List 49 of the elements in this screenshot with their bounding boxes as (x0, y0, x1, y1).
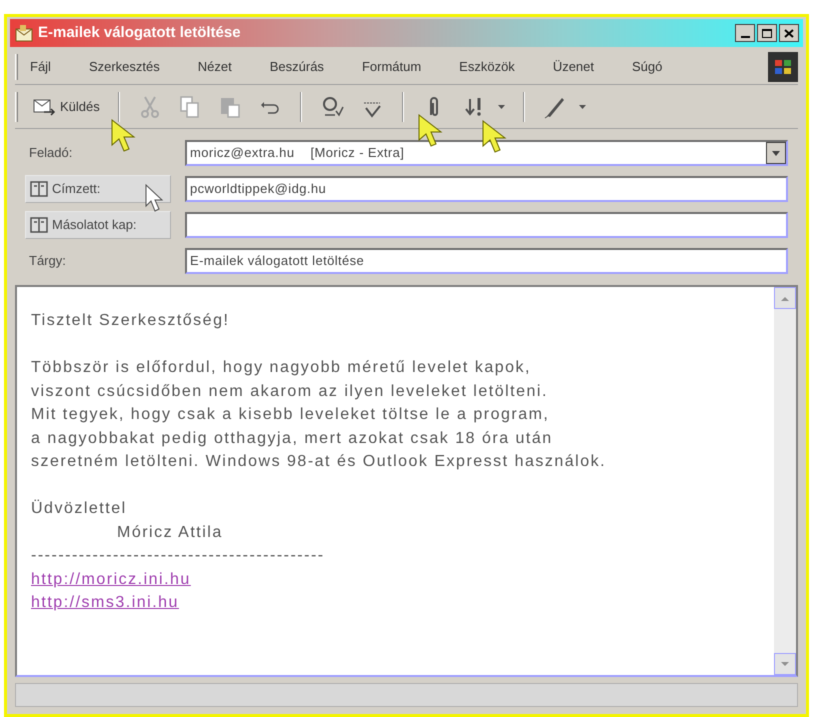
recipient-button[interactable]: Címzett: (25, 175, 171, 203)
send-button[interactable]: Küldés (26, 88, 106, 124)
menu-item[interactable]: Fájl (30, 56, 51, 76)
recipient-button[interactable]: Másolatot kap: (25, 211, 171, 239)
close-button[interactable] (779, 24, 799, 42)
body-text: a nagyobbakat pedig otthagyja, mert azokat csak 18 óra után (31, 428, 553, 448)
body-text: Tisztelt Szerkesztőség! (31, 311, 230, 331)
input-field[interactable]: pcworldtippek@idg.hu (185, 176, 788, 202)
field-label: Tárgy: (28, 252, 67, 270)
menu-item[interactable]: Beszúrás (270, 56, 324, 76)
dropdown-arrow-icon (498, 104, 505, 108)
maximize-button[interactable] (757, 24, 777, 42)
down-arrow-icon (781, 662, 789, 666)
input-field[interactable]: E-mailek válogatott letöltése (185, 248, 788, 274)
close-icon (784, 28, 794, 38)
dropdown-button[interactable] (766, 142, 786, 164)
address-book-icon (30, 181, 48, 197)
windows-logo-icon (768, 52, 798, 82)
pointer-cursor-icon (145, 184, 165, 214)
input-field[interactable] (185, 212, 788, 238)
copy-icon (178, 94, 202, 118)
address-book-icon (30, 217, 48, 233)
minimize-button[interactable] (735, 24, 755, 42)
dropdown-arrow-icon (578, 104, 586, 108)
link[interactable]: http://moricz.ini.hu (31, 568, 191, 591)
menu-item[interactable]: Üzenet (552, 56, 594, 76)
menu-item[interactable]: Formátum (362, 56, 422, 76)
menu-item[interactable]: Eszközök (459, 56, 515, 76)
pointer-cursor-icon (418, 114, 444, 148)
pointer-cursor-icon (482, 120, 508, 154)
link[interactable]: http://sms3.ini.hu (31, 591, 179, 614)
down-arrow-icon (772, 150, 780, 156)
menu-item[interactable]: Súgó (632, 56, 662, 76)
pointer-cursor-icon (111, 119, 137, 153)
body-text: Többször is előfordul, hogy nagyobb méretű levelet kapok, (31, 358, 531, 378)
body-text: viszont csúcsidőben nem akarom az ilyen leveleket letölteni. (31, 382, 548, 402)
body-text: szeretném letölteni. Windows 98-at és Outlook Expresst használok. (31, 452, 606, 472)
envelope-icon (14, 24, 34, 42)
window-title: E-mailek válogatott letöltése (38, 22, 241, 43)
body-text: Móricz Attila (117, 522, 223, 542)
sender-dropdown[interactable]: moricz@extra.hu [Moricz - Extra] (185, 140, 788, 166)
menu-item[interactable]: Szerkesztés (88, 56, 160, 76)
body-text: Üdvözlettel (31, 498, 127, 519)
body-text: Mit tegyek, hogy csak a kisebb leveleket töltse le a program, (31, 405, 550, 425)
menu-item[interactable]: Nézet (198, 56, 232, 76)
message-body[interactable] (15, 285, 798, 677)
up-arrow-icon (781, 296, 789, 300)
body-text: ------------------------------------------- (31, 546, 325, 566)
field-label: Feladó: (28, 144, 74, 162)
